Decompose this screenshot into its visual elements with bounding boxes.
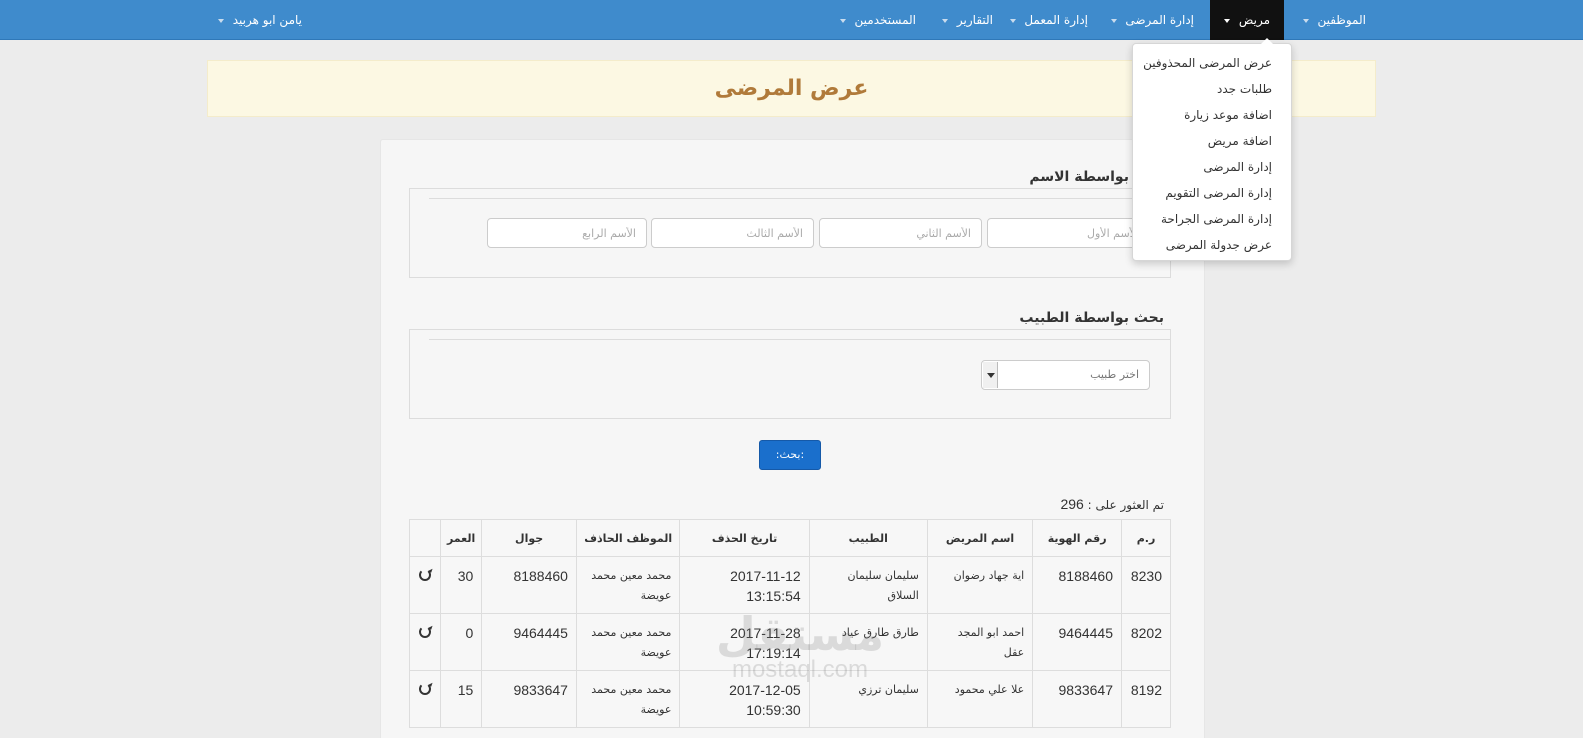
cell-national-id: 8188460 — [1032, 556, 1123, 614]
first-name-input[interactable] — [987, 218, 1150, 248]
menu-item-add-visit[interactable]: اضافة موعد زيارة — [1133, 104, 1291, 130]
column-header[interactable]: تاريخ الحذف — [679, 519, 810, 557]
column-header[interactable]: ر.م — [1121, 519, 1171, 557]
cell-id: 8230 — [1121, 556, 1171, 614]
search-button[interactable]: :بحث: — [759, 440, 821, 470]
second-name-input[interactable] — [819, 218, 982, 248]
nav-users-label: المستخدمين — [854, 13, 916, 27]
cell-national-id: 9833647 — [1032, 670, 1123, 728]
doctor-select-value: اختر طبيب — [1090, 368, 1139, 381]
fourth-name-input[interactable] — [487, 218, 647, 248]
chevron-down-icon — [839, 18, 846, 23]
menu-item-new-requests[interactable]: طلبات جدد — [1133, 78, 1291, 104]
cell-deleting-employee: محمد معين محمد عويضة — [575, 670, 681, 728]
cell-patient-name: احمد ابو المجد عقل — [926, 613, 1034, 671]
cell-deleting-employee: محمد معين محمد عويضة — [575, 556, 681, 614]
column-header[interactable]: الموظف الحاذف — [575, 519, 681, 557]
deleted-patients-table: ر.م رقم الهوية اسم المريض الطبيب تاريخ ا… — [409, 519, 1171, 728]
menu-item-patient-schedule[interactable]: عرض جدولة المرضى — [1133, 234, 1291, 260]
cell-restore — [409, 556, 441, 614]
nav-employees[interactable]: الموظفين — [1302, 0, 1366, 40]
cell-patient-name: اية جهاد رضوان — [926, 556, 1034, 614]
cell-restore — [409, 670, 441, 728]
cell-age: 30 — [439, 556, 483, 614]
nav-patient-management-label: إدارة المرضى — [1125, 13, 1194, 27]
cell-deleted-at: 2017-11-28 17:19:14 — [679, 613, 810, 671]
chevron-down-icon[interactable] — [983, 362, 998, 388]
nav-patient-label: مريض — [1238, 13, 1270, 27]
cell-age: 15 — [439, 670, 483, 728]
cell-restore — [409, 613, 441, 671]
search-doctor-legend: بحث بواسطة الطبيب — [1019, 310, 1164, 326]
cell-doctor: سليمان ترزي — [808, 670, 928, 728]
menu-item-add-patient[interactable]: اضافة مريض — [1133, 130, 1291, 156]
results-count-label: تم العثور على : — [1087, 498, 1164, 512]
menu-item-manage-patients[interactable]: إدارة المرضى — [1133, 156, 1291, 182]
cell-patient-name: علا علي محمود — [926, 670, 1034, 728]
column-header[interactable]: اسم المريض — [926, 519, 1034, 557]
third-name-input[interactable] — [651, 218, 814, 248]
chevron-down-icon — [942, 18, 949, 23]
fieldset-divider — [429, 198, 1171, 199]
nav-reports[interactable]: التقارير — [942, 0, 993, 40]
cell-mobile: 9833647 — [481, 670, 577, 728]
cell-id: 8202 — [1121, 613, 1171, 671]
results-count-value: 296 — [1060, 496, 1084, 512]
chevron-down-icon — [1224, 18, 1231, 23]
cell-deleted-at: 2017-11-12 13:15:54 — [679, 556, 810, 614]
column-header — [409, 519, 441, 557]
chevron-down-icon — [217, 18, 224, 23]
results-count: تم العثور على : 296 — [1060, 496, 1164, 512]
table-row: 8192 9833647 علا علي محمود سليمان ترزي 2… — [409, 670, 1171, 728]
nav-employees-label: الموظفين — [1317, 13, 1366, 27]
nav-user-menu[interactable]: يامن ابو هربيد — [217, 0, 302, 40]
search-panel: بحث بواسطة الاسم بحث بواسطة الطبيب اختر … — [380, 139, 1205, 738]
cell-mobile: 8188460 — [481, 556, 577, 614]
chevron-down-icon — [1110, 18, 1117, 23]
cell-deleted-at: 2017-12-05 10:59:30 — [679, 670, 810, 728]
doctor-select[interactable]: اختر طبيب — [981, 360, 1150, 390]
fieldset-divider — [429, 339, 1171, 340]
column-header[interactable]: العمر — [439, 519, 483, 557]
restore-icon[interactable] — [418, 683, 431, 695]
table-header-row: ر.م رقم الهوية اسم المريض الطبيب تاريخ ا… — [409, 519, 1171, 557]
menu-item-manage-surgery[interactable]: إدارة المرضى الجراحة — [1133, 208, 1291, 234]
cell-age: 0 — [439, 613, 483, 671]
nav-lab-management[interactable]: إدارة المعمل — [1009, 0, 1088, 40]
column-header[interactable]: جوال — [481, 519, 577, 557]
cell-mobile: 9464445 — [481, 613, 577, 671]
column-header[interactable]: رقم الهوية — [1032, 519, 1123, 557]
table-row: 8202 9464445 احمد ابو المجد عقل طارق طار… — [409, 613, 1171, 671]
chevron-down-icon — [1302, 18, 1309, 23]
nav-user-label: يامن ابو هربيد — [232, 13, 302, 27]
cell-national-id: 9464445 — [1032, 613, 1123, 671]
menu-item-manage-orthodontics[interactable]: إدارة المرضى التقويم — [1133, 182, 1291, 208]
patient-dropdown-menu: عرض المرضى المحذوفين طلبات جدد اضافة موع… — [1132, 38, 1292, 261]
nav-patient[interactable]: مريض — [1210, 0, 1284, 40]
restore-icon[interactable] — [418, 626, 431, 638]
top-navbar: الموظفين مريض إدارة المرضى إدارة المعمل … — [0, 0, 1583, 40]
cell-doctor: سليمان سليمان السلاق — [808, 556, 928, 614]
cell-doctor: طارق طارق عياد — [808, 613, 928, 671]
restore-icon[interactable] — [418, 569, 431, 581]
nav-lab-management-label: إدارة المعمل — [1024, 13, 1088, 27]
nav-reports-label: التقارير — [956, 13, 993, 27]
menu-item-deleted-patients[interactable]: عرض المرضى المحذوفين — [1133, 52, 1291, 78]
table-row: 8230 8188460 اية جهاد رضوان سليمان سليما… — [409, 556, 1171, 614]
nav-users[interactable]: المستخدمين — [839, 0, 916, 40]
nav-patient-management[interactable]: إدارة المرضى — [1110, 0, 1194, 40]
cell-deleting-employee: محمد معين محمد عويضة — [575, 613, 681, 671]
chevron-down-icon — [1009, 18, 1016, 23]
cell-id: 8192 — [1121, 670, 1171, 728]
column-header[interactable]: الطبيب — [808, 519, 928, 557]
